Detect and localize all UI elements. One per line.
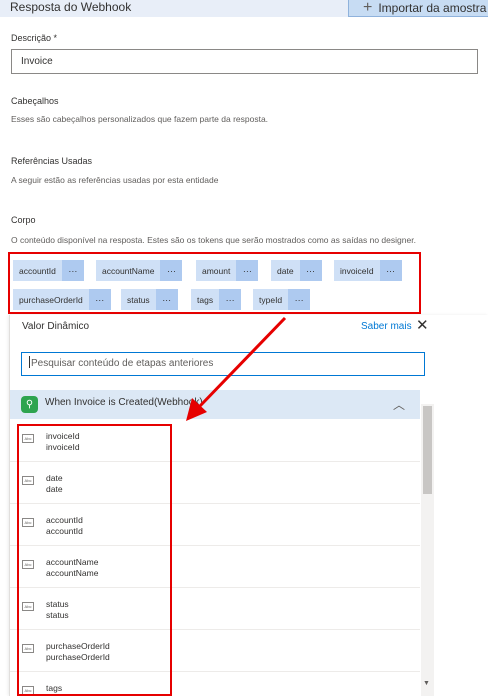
annotation-highlight-tokens [8, 252, 421, 314]
plus-icon: + [363, 0, 373, 16]
import-sample-label: Importar da amostra [378, 0, 487, 15]
scroll-down-icon[interactable]: ▼ [423, 680, 430, 687]
references-description: A seguir estão as referências usadas por… [11, 175, 219, 185]
close-icon[interactable]: ✕ [416, 317, 429, 334]
scrollbar-thumb[interactable] [423, 406, 432, 494]
page-title: Resposta do Webhook [10, 0, 132, 14]
description-label: Descrição * [11, 33, 58, 43]
search-placeholder: Pesquisar conteúdo de etapas anteriores [31, 358, 214, 369]
references-label: Referências Usadas [11, 156, 93, 166]
body-description: O conteúdo disponível na resposta. Estes… [11, 235, 416, 245]
group-label: When Invoice is Created(Webhook) [45, 397, 203, 408]
dynamic-panel-title: Valor Dinâmico [22, 321, 90, 332]
headers-label: Cabeçalhos [11, 96, 59, 106]
annotation-highlight-list [17, 424, 172, 696]
import-sample-button[interactable]: + Importar da amostra [348, 0, 488, 17]
description-field[interactable]: Invoice [11, 49, 478, 74]
text-caret [29, 356, 30, 368]
body-label: Corpo [11, 215, 36, 225]
headers-description: Esses são cabeçalhos personalizados que … [11, 114, 269, 124]
learn-more-link[interactable]: Saber mais [361, 321, 412, 332]
webhook-icon: ⚲ [21, 396, 38, 413]
search-input[interactable]: Pesquisar conteúdo de etapas anteriores [21, 352, 425, 376]
chevron-up-icon[interactable]: ︿ [393, 396, 405, 413]
